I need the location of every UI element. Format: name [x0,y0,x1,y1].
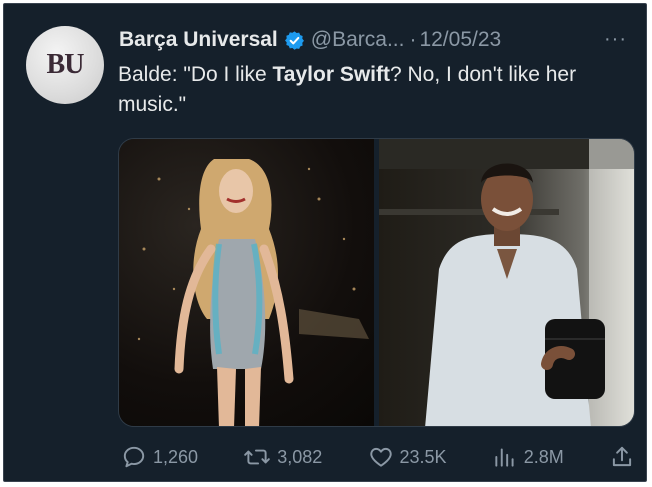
like-count: 23.5K [399,446,447,467]
repost-icon [244,449,271,465]
photo-left[interactable] [119,139,374,426]
photo-right[interactable] [379,139,634,426]
views-button[interactable]: 2.8M [492,444,564,470]
reply-button[interactable]: 1,260 [121,444,198,470]
tweet-text-bold: Taylor Swift [272,63,390,86]
verified-badge-icon [284,30,305,51]
author-handle[interactable]: @Barca... [311,28,405,52]
author-name[interactable]: Barça Universal [119,28,278,52]
views-chart-icon [495,448,514,467]
tweet-actions: 1,260 3,082 23.5K 2.8M [121,444,635,470]
heart-icon [369,447,392,467]
tweet-text-part1: Balde: "Do I like [118,63,273,86]
tweet-text: Balde: "Do I like Taylor Swift? No, I do… [118,60,628,120]
share-icon [612,446,632,467]
tweet-media [118,138,635,427]
more-options-icon[interactable]: ··· [604,28,627,51]
view-count: 2.8M [523,446,564,467]
header-separator: · [409,28,417,51]
repost-count: 3,082 [277,446,323,467]
photo-left-illustration [137,159,369,426]
tweet-date[interactable]: 12/05/23 [419,28,501,52]
photo-right-illustration [379,139,634,426]
author-avatar[interactable]: BU [26,26,104,104]
like-button[interactable]: 23.5K [368,444,447,470]
reply-icon [123,446,145,468]
reply-count: 1,260 [153,446,199,467]
avatar-logo-text: BU [46,49,85,80]
share-button[interactable] [609,444,635,470]
tweet-card[interactable]: BU Barça Universal @Barca... · 12/05/23 … [3,3,647,482]
tweet-header: Barça Universal @Barca... · 12/05/23 [119,24,501,56]
repost-button[interactable]: 3,082 [243,444,322,470]
